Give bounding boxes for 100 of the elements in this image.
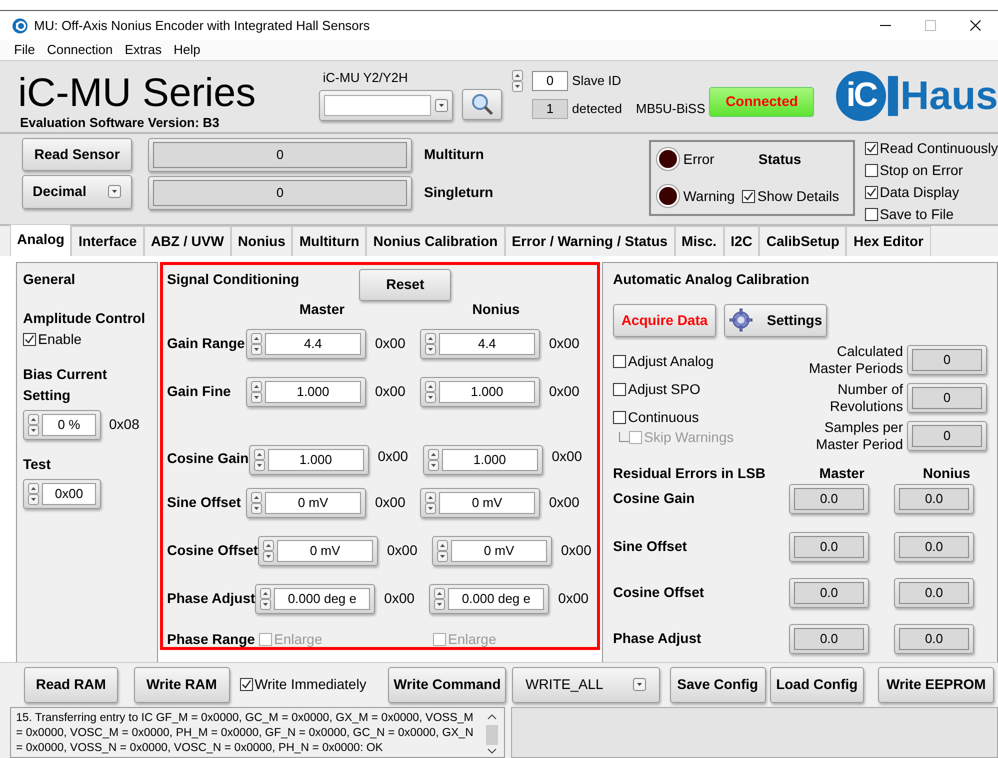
numeric-field[interactable]: 0 %	[23, 410, 101, 440]
numeric-field[interactable]: 0x00	[23, 478, 101, 509]
maximize-icon	[925, 20, 936, 32]
tab[interactable]: Hex Editor	[846, 226, 930, 256]
checkbox[interactable]	[864, 208, 878, 221]
column-header: Master	[298, 300, 346, 319]
spin-arrows-icon	[428, 448, 439, 471]
spin-arrows-icon	[28, 414, 39, 436]
hex-value: 0x00	[378, 447, 410, 466]
field-label: Bias Current Setting	[23, 364, 108, 405]
tab[interactable]: Nonius Calibration	[366, 226, 505, 256]
checkbox[interactable]	[864, 164, 878, 177]
numeric-field[interactable]: 4.4	[246, 328, 366, 359]
menu-item[interactable]: File	[14, 40, 35, 60]
numeric-field[interactable]: 0.000 deg e	[429, 584, 550, 614]
checkbox-label: Show Details	[757, 186, 840, 206]
checkbox-label: Enlarge	[448, 630, 496, 650]
numeric-field[interactable]: 1.000	[248, 444, 369, 475]
numeric-field[interactable]: 1.000	[246, 376, 366, 407]
readout-field: 0	[907, 382, 987, 413]
field-label: Cosine Offset	[167, 541, 258, 560]
hex-value: 0x08	[109, 415, 140, 434]
tab[interactable]: Multiturn	[292, 226, 366, 256]
settings-button[interactable]: Settings	[724, 304, 827, 337]
field-label: Amplitude Control	[23, 308, 146, 328]
tab[interactable]: Interface	[71, 226, 144, 256]
tab[interactable]: I2C	[724, 226, 760, 256]
checkbox[interactable]	[613, 410, 626, 424]
checkbox-label: Enlarge	[274, 630, 322, 650]
tab[interactable]: Analog	[10, 224, 72, 256]
field-label: Gain Fine	[167, 382, 232, 402]
hex-value: 0x00	[549, 334, 580, 354]
numeric-field[interactable]: 0.000 deg e	[255, 584, 376, 614]
button[interactable]: Save Config	[670, 666, 766, 703]
numeric-field[interactable]: 1.000	[420, 376, 540, 407]
readout-field: 0.0	[789, 578, 869, 608]
menu-item[interactable]: Connection	[46, 40, 113, 60]
button[interactable]: Load Config	[770, 666, 864, 703]
search-button[interactable]	[462, 88, 502, 120]
hex-value: 0x00	[549, 493, 580, 512]
spin-arrows-icon	[260, 588, 272, 610]
detected-label: detected	[572, 100, 622, 118]
readout-label: Calculated Master Periods	[808, 342, 903, 377]
checkbox[interactable]	[613, 382, 626, 396]
tab[interactable]: Nonius	[230, 226, 292, 256]
search-icon	[470, 92, 494, 116]
read-sensor-button[interactable]: Read Sensor	[22, 138, 132, 171]
column-header: Master	[818, 464, 866, 483]
version-label: Evaluation Software Version: B3	[20, 114, 220, 132]
product-title: iC-MU Series	[18, 72, 257, 113]
numeric-field[interactable]: 0 mV	[432, 536, 552, 566]
checkbox-label: Adjust Analog	[628, 352, 714, 371]
readout-field: 0.0	[894, 578, 974, 608]
readout-field: 0	[148, 138, 412, 172]
slave-id-field[interactable]: 0	[532, 71, 568, 92]
section-title: Residual Errors in LSB	[613, 464, 766, 483]
button[interactable]: Write RAM	[134, 666, 230, 703]
checkbox[interactable]	[613, 354, 626, 368]
numeric-field[interactable]: 0 mV	[420, 488, 540, 518]
checkbox[interactable]	[742, 190, 756, 203]
hex-value: 0x00	[558, 589, 590, 608]
hex-value: 0x00	[375, 382, 406, 402]
command-dropdown[interactable]: WRITE_ALL	[512, 666, 660, 703]
hex-value: 0x00	[561, 541, 592, 560]
numeric-field[interactable]: 1.000	[422, 444, 543, 475]
hex-value: 0x00	[375, 493, 406, 512]
checkbox[interactable]	[864, 186, 878, 199]
menu-item[interactable]: Extras	[124, 40, 162, 60]
spin-arrows-icon	[425, 332, 436, 355]
button[interactable]: Read RAM	[24, 666, 118, 703]
readout-label: Singleturn	[424, 183, 494, 202]
checkbox[interactable]	[23, 332, 36, 346]
tab[interactable]: Error / Warning / Status	[504, 226, 675, 256]
readout-field: 0.0	[789, 624, 869, 654]
readout-field: 0.0	[894, 532, 974, 562]
tab[interactable]: Misc.	[674, 226, 724, 256]
section-title: Automatic Analog Calibration	[613, 270, 810, 289]
detected-count: 1	[532, 99, 568, 120]
section-title: General	[23, 270, 76, 289]
tab[interactable]: ABZ / UVW	[144, 226, 231, 256]
field-label: Cosine Offset	[613, 583, 706, 602]
menu-item[interactable]: Help	[174, 40, 200, 60]
reset-button[interactable]: Reset	[359, 268, 452, 301]
checkbox[interactable]	[864, 142, 878, 155]
button[interactable]: Write EEPROM	[878, 666, 994, 703]
readout-field: 0.0	[789, 484, 869, 514]
numeric-field[interactable]: 0 mV	[246, 488, 366, 518]
format-dropdown[interactable]: Decimal	[22, 174, 132, 209]
led-label: Error	[683, 150, 714, 169]
button[interactable]: Write Command	[388, 666, 506, 703]
tab[interactable]: CalibSetup	[759, 226, 846, 256]
app-icon	[12, 18, 28, 34]
hex-value: 0x00	[387, 541, 418, 560]
readout-field: 0.0	[789, 532, 869, 562]
checkbox[interactable]	[240, 678, 253, 692]
numeric-field[interactable]: 4.4	[420, 328, 540, 359]
numeric-field[interactable]: 0 mV	[258, 536, 378, 566]
hex-value: 0x00	[384, 589, 416, 608]
device-dropdown[interactable]	[318, 90, 453, 122]
checkbox-label: Save to File	[880, 204, 954, 224]
